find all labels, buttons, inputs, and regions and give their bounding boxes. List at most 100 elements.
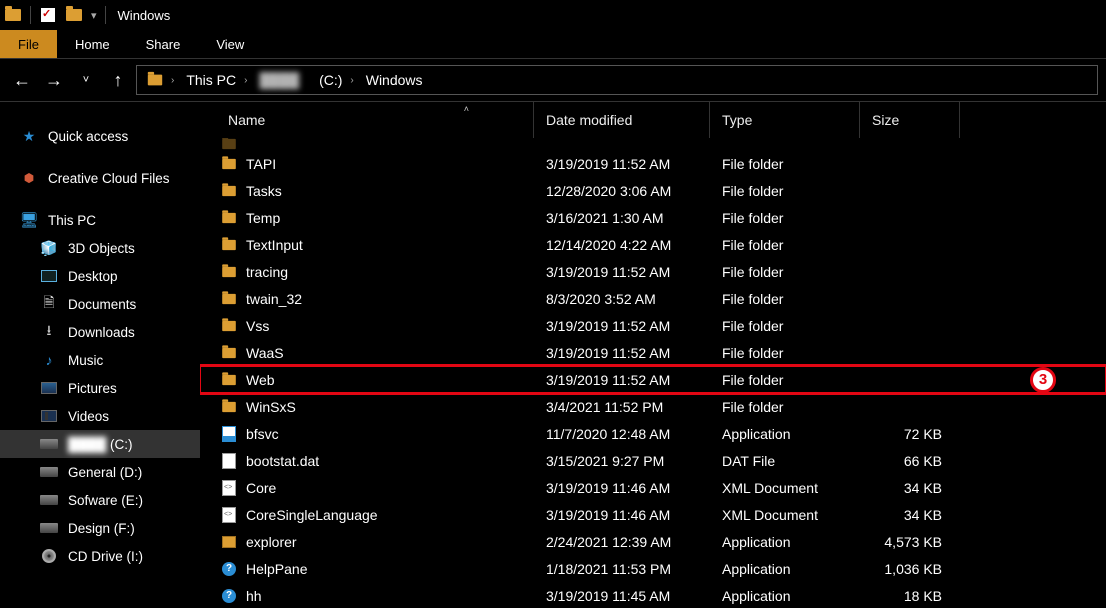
downloads-icon: ⭳	[40, 323, 58, 341]
file-type: Application	[710, 426, 860, 442]
sidebar-quick-access[interactable]: ★ Quick access	[0, 122, 200, 150]
sidebar-item[interactable]: Pictures	[0, 374, 200, 402]
sidebar-item-label: Sofware (E:)	[68, 493, 143, 508]
table-row[interactable]: WaaS3/19/2019 11:52 AMFile folder	[200, 339, 1106, 366]
title-bar: ▾ Windows	[0, 0, 1106, 30]
sidebar-creative-cloud[interactable]: ⬢ Creative Cloud Files	[0, 164, 200, 192]
table-row[interactable]: CoreSingleLanguage3/19/2019 11:46 AMXML …	[200, 501, 1106, 528]
file-name: WaaS	[246, 345, 284, 361]
sidebar-item[interactable]: ████ (C:)	[0, 430, 200, 458]
table-row[interactable]: WinSxS3/4/2021 11:52 PMFile folder	[200, 393, 1106, 420]
file-name: bootstat.dat	[246, 453, 319, 469]
sidebar-item[interactable]: Videos	[0, 402, 200, 430]
file-icon	[220, 452, 238, 470]
sidebar-this-pc[interactable]: 🖥 This PC	[0, 206, 200, 234]
breadcrumb-drive[interactable]: ████ (C:)›	[255, 72, 357, 88]
tab-home[interactable]: Home	[57, 30, 128, 58]
breadcrumb-this-pc[interactable]: This PC›	[182, 72, 251, 88]
table-row[interactable]: Tasks12/28/2020 3:06 AMFile folder	[200, 177, 1106, 204]
file-date: 3/19/2019 11:52 AM	[534, 264, 710, 280]
file-name: WinSxS	[246, 399, 296, 415]
file-date: 3/19/2019 11:46 AM	[534, 507, 710, 523]
breadcrumb-root-icon[interactable]: ›	[143, 74, 178, 86]
table-row[interactable]: twain_328/3/2020 3:52 AMFile folder	[200, 285, 1106, 312]
header-size[interactable]: Size	[860, 102, 960, 138]
tab-share[interactable]: Share	[128, 30, 199, 58]
file-name: TextInput	[246, 237, 303, 253]
header-date[interactable]: Date modified	[534, 102, 710, 138]
file-size: 66 KB	[860, 453, 960, 469]
up-button[interactable]: ↑	[104, 66, 132, 94]
file-type: File folder	[710, 345, 860, 361]
sidebar-item-label: ████ (C:)	[68, 437, 133, 452]
sidebar-item[interactable]: CD Drive (I:)	[0, 542, 200, 570]
quick-check-icon[interactable]	[39, 6, 57, 24]
file-type: File folder	[710, 183, 860, 199]
file-type: Application	[710, 534, 860, 550]
table-row[interactable]: Web3/19/2019 11:52 AMFile folder3	[200, 366, 1106, 393]
sidebar-item[interactable]: 🧊3D Objects	[0, 234, 200, 262]
address-bar[interactable]: › This PC› ████ (C:)› Windows	[136, 65, 1098, 95]
file-name: TAPI	[246, 156, 276, 172]
back-button[interactable]: ←	[8, 66, 36, 94]
file-type: XML Document	[710, 480, 860, 496]
file-list: Name˄ Date modified Type Size TAPI 3/19/2…	[200, 102, 1106, 608]
sidebar-item[interactable]: Desktop	[0, 262, 200, 290]
table-row[interactable]: TextInput12/14/2020 4:22 AMFile folder	[200, 231, 1106, 258]
tab-file[interactable]: File	[0, 30, 57, 58]
file-name: CoreSingleLanguage	[246, 507, 378, 523]
forward-button[interactable]: →	[40, 66, 68, 94]
file-date: 3/19/2019 11:52 AM	[534, 156, 710, 172]
file-name: Temp	[246, 210, 280, 226]
file-icon	[220, 290, 238, 308]
pc-icon: 🖥	[20, 211, 38, 229]
file-icon	[220, 344, 238, 362]
file-icon: ?	[220, 560, 238, 578]
table-row[interactable]: explorer2/24/2021 12:39 AMApplication4,5…	[200, 528, 1106, 555]
file-name: bfsvc	[246, 426, 279, 442]
table-row[interactable]: tracing3/19/2019 11:52 AMFile folder	[200, 258, 1106, 285]
file-date: 3/16/2021 1:30 AM	[534, 210, 710, 226]
file-icon	[220, 506, 238, 524]
sidebar-item[interactable]: ♪Music	[0, 346, 200, 374]
file-date: 3/19/2019 11:46 AM	[534, 480, 710, 496]
file-date: 11/7/2020 12:48 AM	[534, 426, 710, 442]
file-icon	[220, 263, 238, 281]
table-row[interactable]: bootstat.dat3/15/2021 9:27 PMDAT File66 …	[200, 447, 1106, 474]
navigation-bar: ← → ˅ ↑ › This PC› ████ (C:)› Windows	[0, 58, 1106, 102]
tab-view[interactable]: View	[198, 30, 262, 58]
dropdown-chevron-icon[interactable]: ▾	[91, 9, 97, 22]
cloud-icon: ⬢	[20, 169, 38, 187]
file-size: 1,036 KB	[860, 561, 960, 577]
sidebar-item[interactable]: Sofware (E:)	[0, 486, 200, 514]
table-row[interactable]: bfsvc11/7/2020 12:48 AMApplication72 KB	[200, 420, 1106, 447]
file-name: explorer	[246, 534, 297, 550]
sidebar-item[interactable]: Design (F:)	[0, 514, 200, 542]
file-date: 3/19/2019 11:52 AM	[534, 372, 710, 388]
sidebar-item[interactable]: General (D:)	[0, 458, 200, 486]
header-type[interactable]: Type	[710, 102, 860, 138]
navigation-sidebar[interactable]: ★ Quick access ⬢ Creative Cloud Files 🖥 …	[0, 102, 200, 608]
recent-chevron-icon[interactable]: ˅	[72, 66, 100, 94]
table-row-partial[interactable]	[200, 138, 1106, 150]
sidebar-item[interactable]: ⭳ Downloads	[0, 318, 200, 346]
table-row[interactable]: TAPI3/19/2019 11:52 AMFile folder	[200, 150, 1106, 177]
file-name: twain_32	[246, 291, 302, 307]
header-name[interactable]: Name˄	[200, 102, 534, 138]
breadcrumb-folder[interactable]: Windows	[362, 72, 427, 88]
sidebar-item[interactable]: 🗎Documents	[0, 290, 200, 318]
file-icon	[220, 533, 238, 551]
table-row[interactable]: ?HelpPane1/18/2021 11:53 PMApplication1,…	[200, 555, 1106, 582]
table-row[interactable]: Temp3/16/2021 1:30 AMFile folder	[200, 204, 1106, 231]
table-row[interactable]: Core3/19/2019 11:46 AMXML Document34 KB	[200, 474, 1106, 501]
file-name: HelpPane	[246, 561, 308, 577]
sidebar-item-label: Downloads	[68, 325, 135, 340]
sidebar-item-label: Pictures	[68, 381, 117, 396]
annotation-badge: 3	[1030, 367, 1056, 393]
drive-icon	[40, 463, 58, 481]
file-type: File folder	[710, 372, 860, 388]
sidebar-item-label: Videos	[68, 409, 109, 424]
sidebar-item-label: Design (F:)	[68, 521, 135, 536]
table-row[interactable]: Vss3/19/2019 11:52 AMFile folder	[200, 312, 1106, 339]
table-row[interactable]: ?hh3/19/2019 11:45 AMApplication18 KB	[200, 582, 1106, 608]
